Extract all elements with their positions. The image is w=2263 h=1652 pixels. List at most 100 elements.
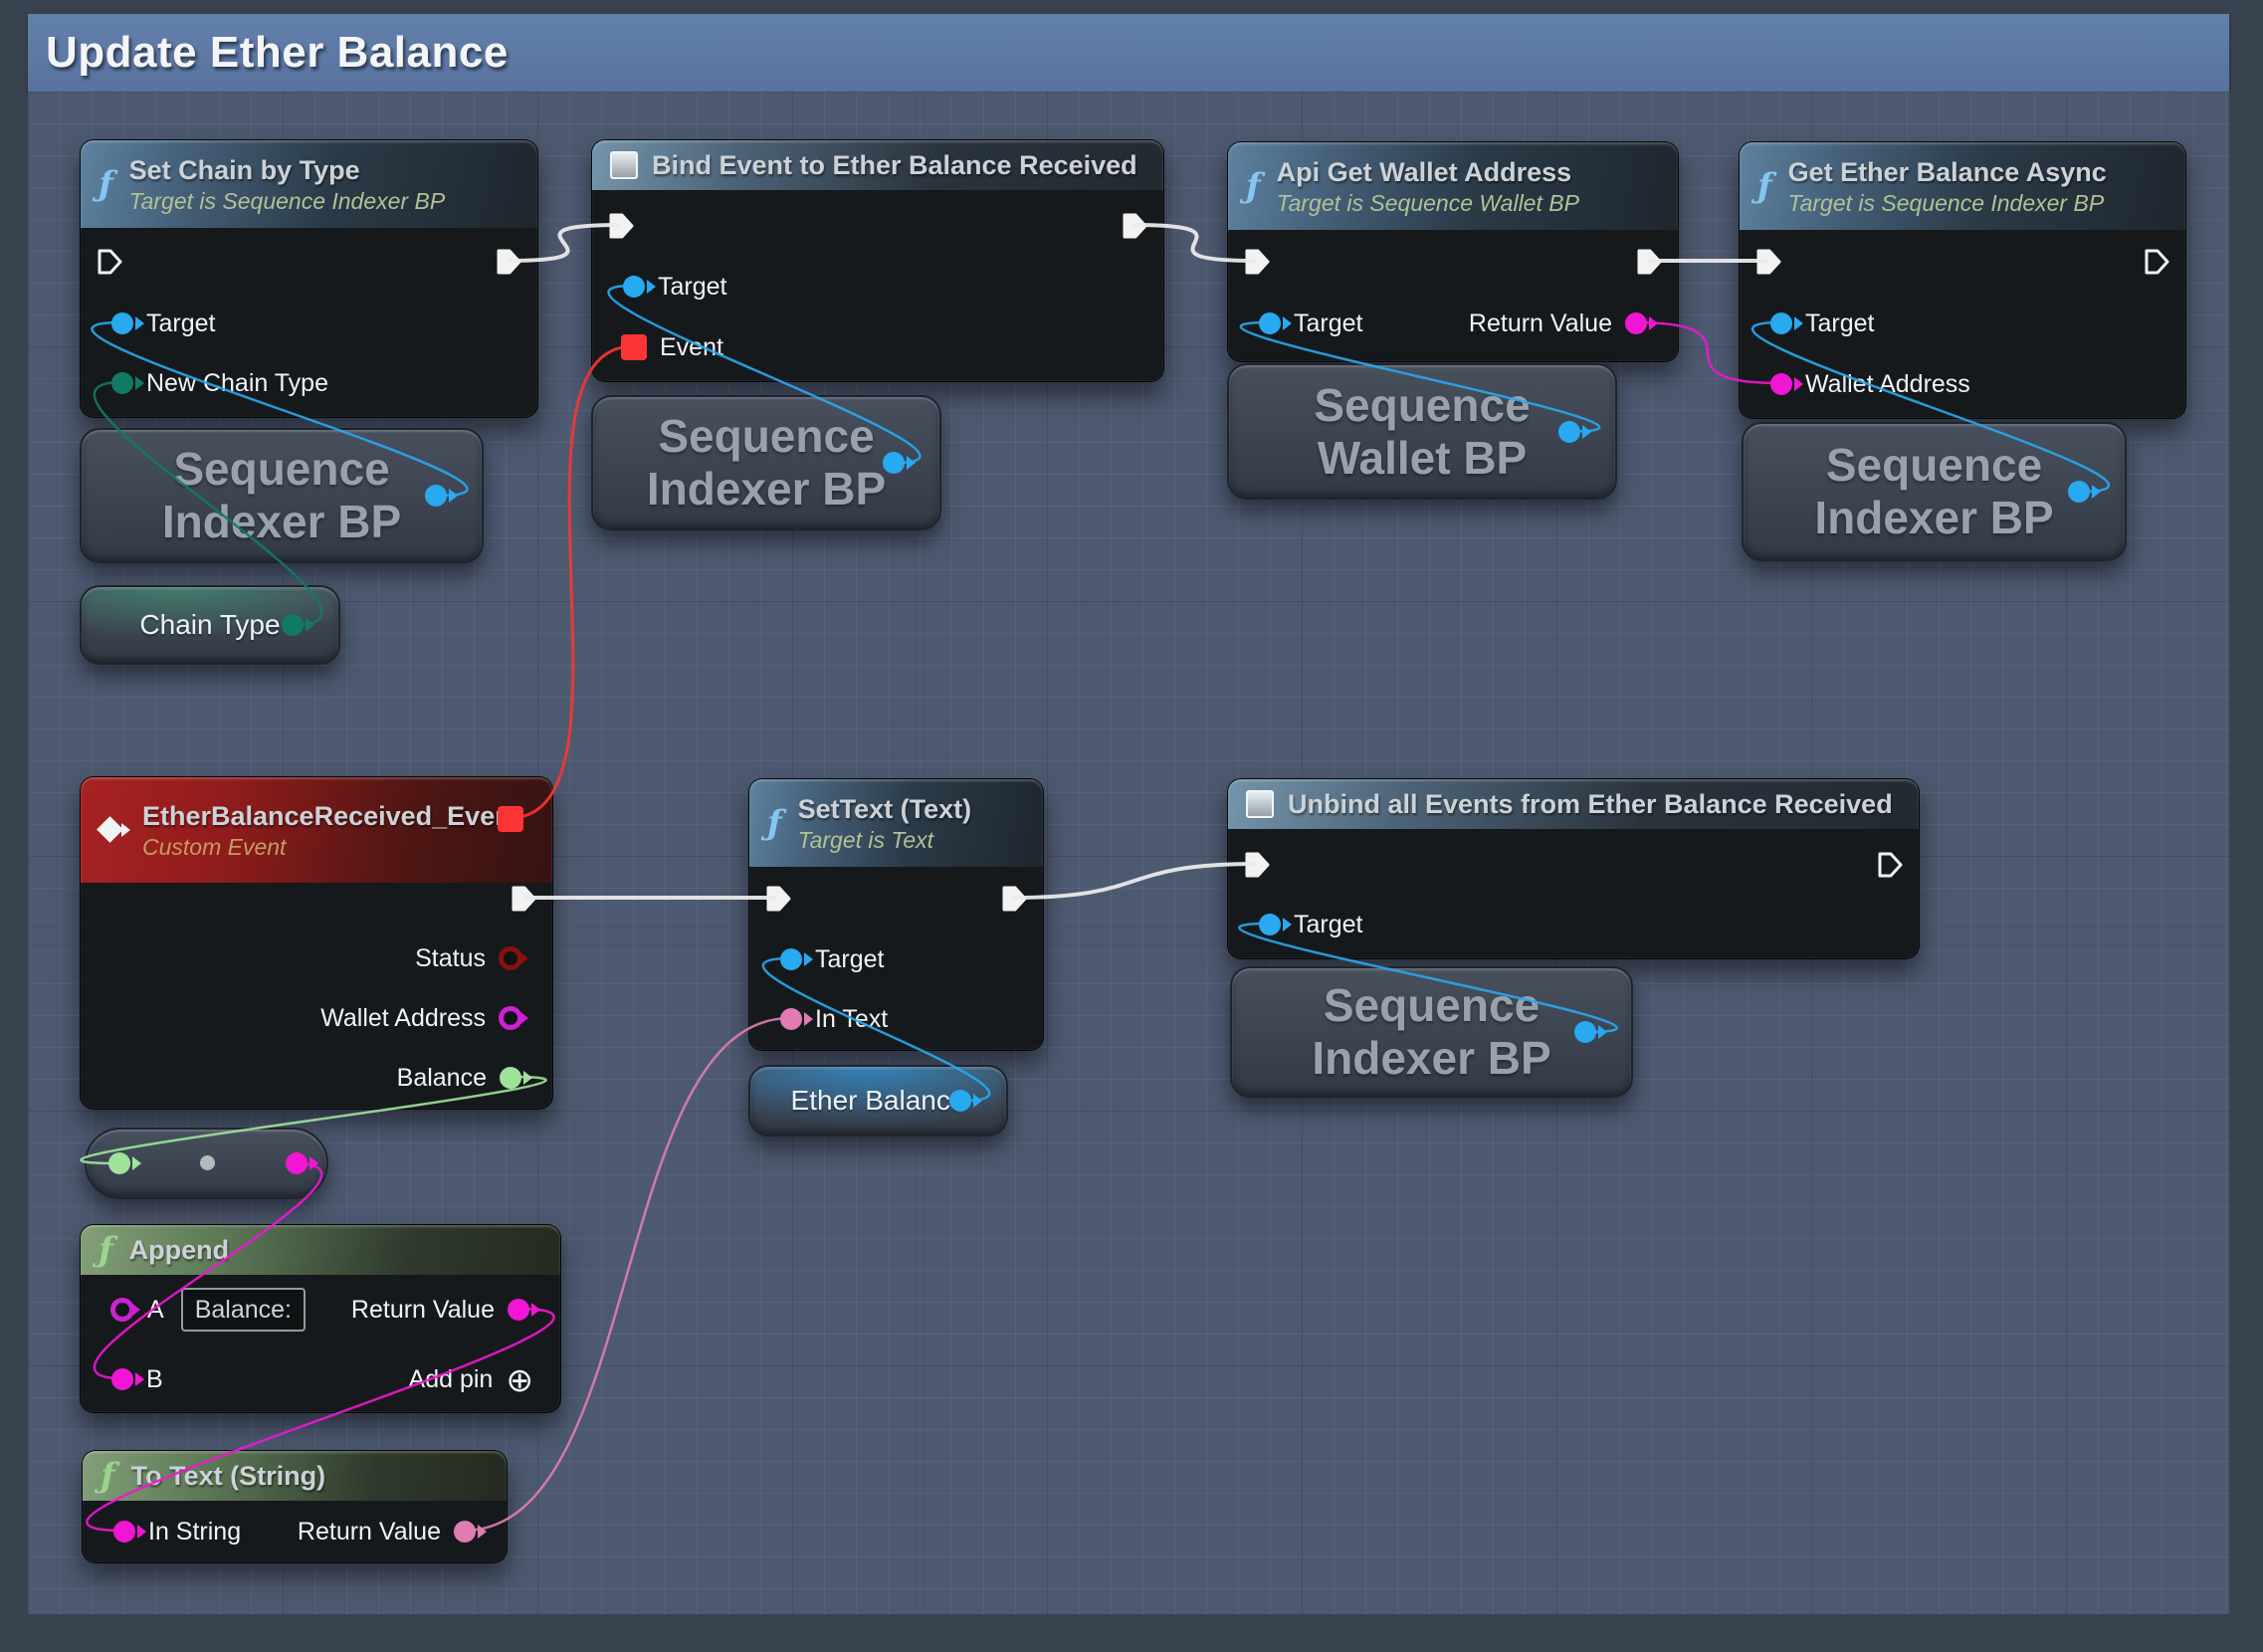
pin-row-a: ABalance: bbox=[110, 1288, 306, 1332]
pin-status[interactable] bbox=[499, 946, 522, 970]
pin-wallet-address[interactable] bbox=[1770, 373, 1792, 395]
pin-row-exec-in bbox=[1753, 240, 1783, 284]
exec-pin[interactable] bbox=[606, 211, 636, 241]
exec-pin[interactable] bbox=[1875, 850, 1905, 880]
pin-label-status: Status bbox=[415, 944, 486, 973]
bind-event-icon bbox=[610, 151, 638, 179]
pin-new-chain-type[interactable] bbox=[111, 372, 133, 394]
exec-pin[interactable] bbox=[1242, 247, 1272, 277]
variable-output-pin[interactable] bbox=[949, 1090, 971, 1112]
node-title: Append bbox=[129, 1234, 230, 1266]
pin-in[interactable] bbox=[108, 1152, 130, 1174]
exec-pin[interactable] bbox=[2142, 247, 2171, 277]
exec-pin[interactable] bbox=[509, 884, 538, 914]
pin-wallet-address[interactable] bbox=[499, 1006, 522, 1030]
pin-a[interactable] bbox=[110, 1298, 134, 1322]
pin-target[interactable] bbox=[1259, 914, 1281, 935]
function-icon: ƒ bbox=[1757, 171, 1772, 201]
pin-row-target: Target bbox=[1770, 302, 1874, 345]
pin-row-exec-out bbox=[2142, 240, 2171, 284]
variable-sequence-indexer-bp[interactable]: SequenceIndexer BP bbox=[1742, 422, 2127, 561]
exec-pin[interactable] bbox=[763, 884, 793, 914]
variable-label: Indexer BP bbox=[162, 496, 401, 548]
pin-row-event: Event bbox=[621, 325, 723, 369]
variable-chain-type[interactable]: Chain Type bbox=[80, 585, 340, 665]
pin-target[interactable] bbox=[1770, 312, 1792, 334]
reroute-dot[interactable] bbox=[200, 1155, 215, 1170]
variable-output-pin[interactable] bbox=[1574, 1021, 1596, 1043]
variable-label: Ether Balance bbox=[791, 1085, 966, 1117]
exec-pin[interactable] bbox=[494, 247, 523, 277]
pin-in-string[interactable] bbox=[113, 1521, 135, 1543]
comment-title: Update Ether Balance bbox=[28, 28, 509, 78]
variable-sequence-indexer-bp[interactable]: SequenceIndexer BP bbox=[591, 395, 941, 530]
pin-target[interactable] bbox=[1259, 312, 1281, 334]
node-subtitle: Target is Text bbox=[798, 827, 972, 854]
node-header-text: Get Ether Balance AsyncTarget is Sequenc… bbox=[1788, 156, 2107, 217]
node-header: ƒ Get Ether Balance AsyncTarget is Sequen… bbox=[1740, 142, 2185, 230]
node-api-get-wallet-address[interactable]: ƒApi Get Wallet AddressTarget is Sequenc… bbox=[1227, 141, 1679, 362]
pin-return-value[interactable] bbox=[508, 1299, 529, 1321]
node-unbind-all-events-from-ether-balance-received[interactable]: Unbind all Events from Ether Balance Rec… bbox=[1227, 778, 1920, 959]
bind-event-icon bbox=[1246, 790, 1274, 818]
node-to-text-string[interactable]: ƒTo Text (String)In StringReturn Value bbox=[82, 1450, 508, 1563]
variable-output-pin[interactable] bbox=[883, 452, 905, 474]
exec-pin[interactable] bbox=[1242, 850, 1272, 880]
pin-row-target: Target bbox=[111, 302, 215, 345]
variable-sequence-indexer-bp[interactable]: SequenceIndexer BP bbox=[1230, 966, 1633, 1098]
blueprint-graph-canvas[interactable]: Update Ether Balance ƒ Set Chain by TypeT… bbox=[0, 0, 2263, 1652]
pin-target[interactable] bbox=[111, 312, 133, 334]
variable-label: Sequence bbox=[1314, 379, 1530, 432]
node-settext-text[interactable]: ƒSetText (Text)Target is TextTargetIn Te… bbox=[748, 778, 1044, 1051]
pin-target[interactable] bbox=[780, 948, 802, 970]
add-pin-icon[interactable]: ⊕ bbox=[506, 1363, 533, 1396]
pin-row-add-pin: ⊕ Add pin bbox=[409, 1357, 533, 1401]
exec-pin[interactable] bbox=[1634, 247, 1664, 277]
pin-label-return-value: Return Value bbox=[351, 1296, 495, 1325]
node-subtitle: Target is Sequence Indexer BP bbox=[129, 188, 446, 215]
node-get-ether-balance-async[interactable]: ƒ Get Ether Balance AsyncTarget is Sequen… bbox=[1739, 141, 2186, 419]
node-set-chain-by-type[interactable]: ƒ Set Chain by TypeTarget is Sequence Ind… bbox=[80, 139, 538, 418]
delegate-pin[interactable] bbox=[498, 806, 523, 832]
node-to-string-conversion[interactable] bbox=[85, 1128, 328, 1199]
node-append[interactable]: ƒAppendABalance:Return ValueB⊕Add pin bbox=[80, 1224, 561, 1413]
node-subtitle: Target is Sequence Indexer BP bbox=[1788, 190, 2107, 217]
pin-balance[interactable] bbox=[500, 1067, 521, 1089]
variable-label: Indexer BP bbox=[1814, 492, 2053, 544]
node-bind-event-to-ether-balance-received[interactable]: Bind Event to Ether Balance Received Targ… bbox=[591, 139, 1164, 382]
variable-output-pin[interactable] bbox=[282, 614, 304, 636]
pin-out[interactable] bbox=[286, 1152, 308, 1174]
exec-pin[interactable] bbox=[95, 247, 124, 277]
exec-pin[interactable] bbox=[999, 884, 1029, 914]
exec-pin[interactable] bbox=[1120, 211, 1149, 241]
function-icon: ƒ bbox=[99, 169, 113, 199]
node-ether-balance-received-event[interactable]: EtherBalanceReceived_EventCustom EventSt… bbox=[80, 776, 553, 1110]
comment-header[interactable]: Update Ether Balance bbox=[28, 14, 2229, 92]
node-header: Bind Event to Ether Balance Received bbox=[592, 140, 1163, 190]
pin-row-target: Target bbox=[623, 265, 726, 309]
variable-output-pin[interactable] bbox=[2068, 481, 2090, 503]
pin-in-text[interactable] bbox=[780, 1008, 802, 1030]
delegate-pin[interactable] bbox=[621, 334, 647, 360]
variable-output-pin[interactable] bbox=[425, 485, 447, 507]
variable-sequence-wallet-bp[interactable]: SequenceWallet BP bbox=[1227, 363, 1617, 500]
variable-output-pin[interactable] bbox=[1558, 421, 1580, 443]
pin-label-target: Target bbox=[1294, 911, 1362, 939]
node-header: ƒTo Text (String) bbox=[83, 1451, 507, 1501]
pin-return-value[interactable] bbox=[454, 1521, 476, 1543]
variable-ether-balance[interactable]: Ether Balance bbox=[748, 1065, 1008, 1136]
pin-row-exec-out bbox=[494, 240, 523, 284]
pin-row-new-chain-type: New Chain Type bbox=[111, 361, 328, 405]
pin-b[interactable] bbox=[111, 1368, 133, 1390]
pin-text-input[interactable]: Balance: bbox=[181, 1288, 306, 1332]
pin-target[interactable] bbox=[623, 276, 645, 298]
pin-return-value[interactable] bbox=[1625, 312, 1647, 334]
node-header-text: SetText (Text)Target is Text bbox=[798, 793, 972, 854]
node-header-text: Set Chain by TypeTarget is Sequence Inde… bbox=[129, 154, 446, 215]
variable-label: Sequence bbox=[173, 443, 389, 496]
variable-sequence-indexer-bp[interactable]: SequenceIndexer BP bbox=[80, 428, 484, 563]
pin-label-wallet-address: Wallet Address bbox=[320, 1004, 486, 1033]
exec-pin[interactable] bbox=[1753, 247, 1783, 277]
pin-label-add-pin: Add pin bbox=[409, 1365, 494, 1394]
node-subtitle: Custom Event bbox=[142, 834, 520, 861]
